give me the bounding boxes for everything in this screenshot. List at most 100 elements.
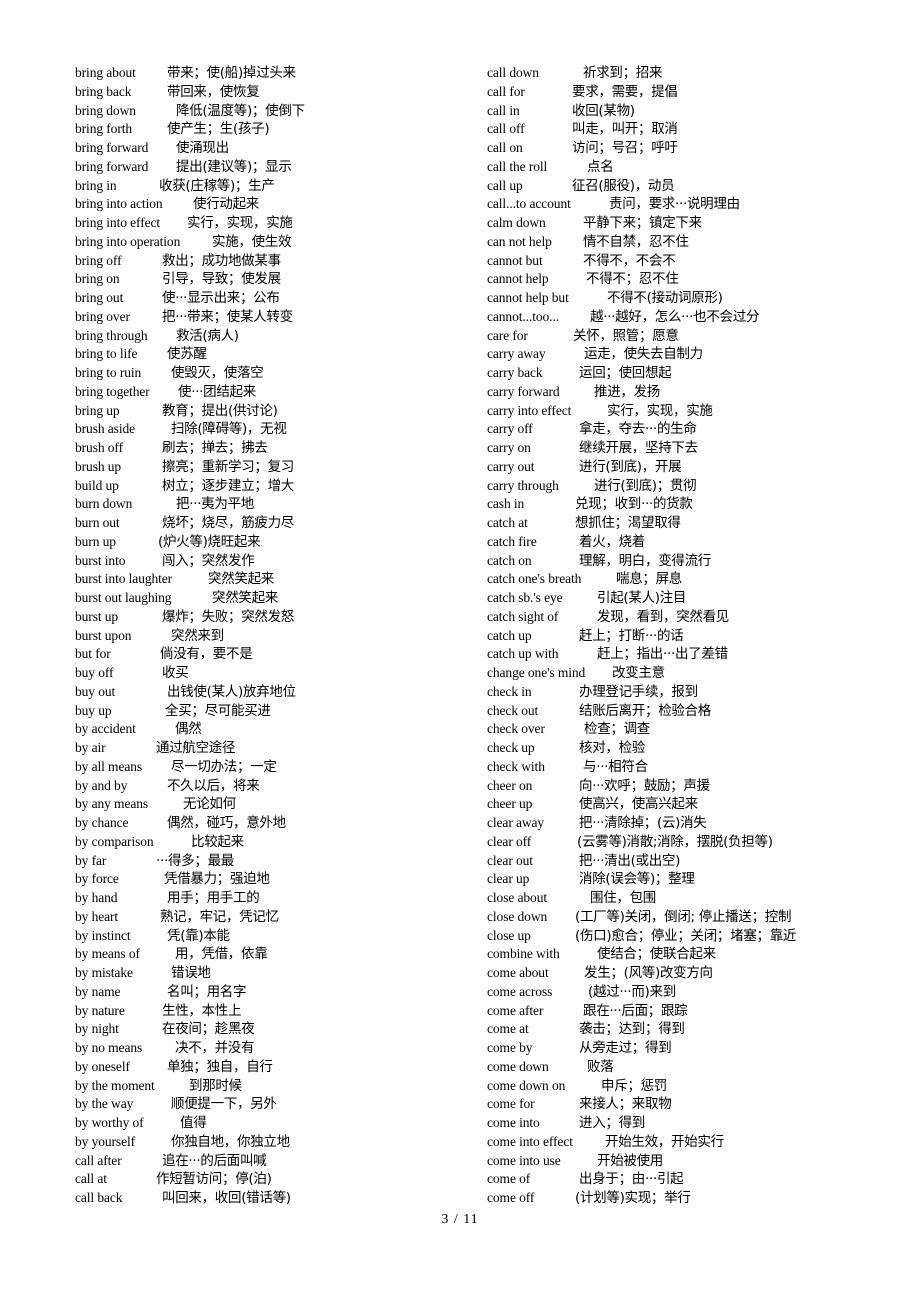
entry-term: come about [487, 965, 549, 980]
glossary-entry: come down on 申斥；惩罚 [487, 1077, 907, 1096]
page-number-label: 3 / 11 [441, 1212, 479, 1227]
entry-definition: 救活(病人) [176, 327, 239, 344]
glossary-entry: close down (工厂等)关闭，倒闭; 停止播送；控制 [487, 908, 907, 927]
entry-term: close up [487, 927, 531, 943]
glossary-entry: close up (伤口)愈合；停业；关闭；堵塞；靠近 [487, 927, 907, 946]
entry-definition: 实行，实现，实施 [607, 402, 713, 419]
glossary-entry: build up 树立；逐步建立；增大 [75, 477, 475, 496]
glossary-entry: come after 跟在···后面；跟踪 [487, 1002, 907, 1021]
entry-definition: 凭(靠)本能 [167, 927, 230, 944]
entry-term: but for [75, 646, 111, 662]
entry-definition: 尽一切办法；一定 [171, 758, 277, 775]
entry-definition: (伤口)愈合；停业；关闭；堵塞；靠近 [575, 927, 797, 944]
entry-definition: 向···欢呼；鼓励；声援 [579, 777, 710, 794]
entry-definition: 带来；使(船)掉过头来 [167, 65, 296, 81]
entry-definition: 你独自地，你独立地 [171, 1133, 290, 1150]
document-page: bring about 带来；使(船)掉过头来 bring back 带回来，使恢复 b… [0, 0, 920, 1302]
glossary-entry: brush up 擦亮；重新学习；复习 [75, 458, 475, 477]
entry-definition: 突然来到 [171, 627, 224, 644]
entry-definition: 从旁走过；得到 [579, 1040, 672, 1056]
entry-term: by no means [75, 1040, 143, 1055]
entry-definition: 作短暂访问；停(泊) [156, 1171, 272, 1188]
glossary-entry: come across (越过···而)来到 [487, 983, 907, 1002]
glossary-entry: call on 访问；号召；呼吁 [487, 139, 907, 158]
glossary-entry: call at 作短暂访问；停(泊) [75, 1170, 475, 1189]
entry-term: check up [487, 740, 535, 755]
entry-definition: (工厂等)关闭，倒闭; 停止播送；控制 [575, 908, 792, 925]
glossary-entry: catch one's breath 喘息；屏息 [487, 570, 907, 589]
entry-term: cash in [487, 496, 525, 512]
glossary-entry: but for 倘没有，要不是 [75, 645, 475, 664]
entry-definition: 开始生效，开始实行 [605, 1133, 724, 1150]
entry-term: buy off [75, 665, 114, 680]
entry-definition: 收回(某物) [572, 102, 635, 119]
glossary-entry: carry away 运走，使失去自制力 [487, 345, 907, 364]
glossary-entry: by any means 无论如何 [75, 795, 475, 814]
entry-term: bring out [75, 290, 124, 305]
entry-term: by and by [75, 777, 128, 793]
entry-term: carry through [487, 477, 559, 493]
glossary-entry: clear up 消除(误会等)；整理 [487, 870, 907, 889]
entry-definition: 把···清除掉；(云)消失 [579, 815, 707, 831]
entry-term: clear up [487, 871, 530, 887]
entry-definition: 拿走，夺去···的生命 [579, 421, 697, 438]
glossary-entry: check over 检查；调查 [487, 720, 907, 739]
entry-definition: 使···团结起来 [178, 383, 256, 400]
glossary-entry: carry back 运回；使回想起 [487, 364, 907, 383]
glossary-entry: by hand 用手；用手工的 [75, 889, 475, 908]
entry-definition: 出钱使(某人)放弃地位 [167, 683, 296, 700]
entry-term: catch sight of [487, 608, 559, 624]
glossary-entry: by the way 顺便提一下，另外 [75, 1095, 475, 1114]
entry-definition: 无论如何 [183, 796, 236, 813]
entry-definition: 越···越好，怎么···也不会过分 [590, 308, 760, 325]
entry-term: call back [75, 1190, 123, 1205]
entry-definition: 错误地 [171, 965, 211, 981]
entry-definition: 突然笑起来 [212, 590, 278, 606]
entry-definition: 不久以后，将来 [167, 777, 260, 794]
entry-definition: 凭借暴力；强迫地 [164, 871, 270, 888]
glossary-entry: calm down 平静下来；镇定下来 [487, 214, 907, 233]
entry-term: bring back [75, 83, 132, 99]
entry-term: by means of [75, 946, 140, 962]
glossary-entry: carry forward 推进，发扬 [487, 383, 907, 402]
glossary-entry: by means of 用，凭借，依靠 [75, 945, 475, 964]
entry-term: come into use [487, 1152, 561, 1168]
glossary-entry: close about 围住，包围 [487, 889, 907, 908]
entry-term: come off [487, 1190, 535, 1205]
entry-term: care for [487, 327, 528, 343]
glossary-entry: burst into 闯入；突然发作 [75, 552, 475, 571]
entry-term: bring through [75, 327, 148, 343]
entry-term: call at [75, 1171, 107, 1187]
glossary-entry: by air 通过航空途径 [75, 739, 475, 758]
entry-term: burst upon [75, 627, 132, 643]
entry-term: bring about [75, 65, 136, 80]
entry-definition: 想抓住；渴望取得 [575, 515, 681, 531]
entry-term: bring over [75, 308, 130, 324]
glossary-entry: by instinct 凭(靠)本能 [75, 927, 475, 946]
entry-term: by chance [75, 815, 129, 830]
glossary-entry: come into effect 开始生效，开始实行 [487, 1133, 907, 1152]
glossary-entry: carry through 进行(到底)；贯彻 [487, 477, 907, 496]
entry-definition: 不得不；忍不住 [586, 271, 679, 288]
entry-definition: 消除(误会等)；整理 [579, 871, 695, 888]
glossary-entry: come of 出身于；由···引起 [487, 1170, 907, 1189]
entry-term: build up [75, 477, 119, 493]
entry-term: catch up with [487, 646, 559, 662]
glossary-entry: check with 与···相符合 [487, 758, 907, 777]
entry-term: by heart [75, 908, 119, 924]
entry-definition: 实施，使生效 [212, 233, 292, 250]
entry-definition: 提出(建议等)；显示 [176, 158, 292, 175]
entry-definition: ···得多；最最 [156, 852, 234, 869]
entry-definition: 闯入；突然发作 [162, 552, 255, 569]
entry-definition: 喘息；屏息 [616, 571, 682, 588]
entry-definition: 扫除(障碍等)，无视 [171, 421, 287, 438]
glossary-entry: cannot...too... 越···越好，怎么···也不会过分 [487, 308, 907, 327]
entry-term: check in [487, 683, 532, 699]
glossary-entry: cannot but 不得不，不会不 [487, 252, 907, 271]
glossary-entry: come into use 开始被使用 [487, 1152, 907, 1171]
glossary-entry: bring on 引导，导致；使发展 [75, 270, 475, 289]
glossary-entry: by accident 偶然 [75, 720, 475, 739]
entry-term: bring up [75, 402, 120, 418]
entry-term: come down on [487, 1077, 566, 1093]
glossary-entry: cheer on 向···欢呼；鼓励；声援 [487, 777, 907, 796]
